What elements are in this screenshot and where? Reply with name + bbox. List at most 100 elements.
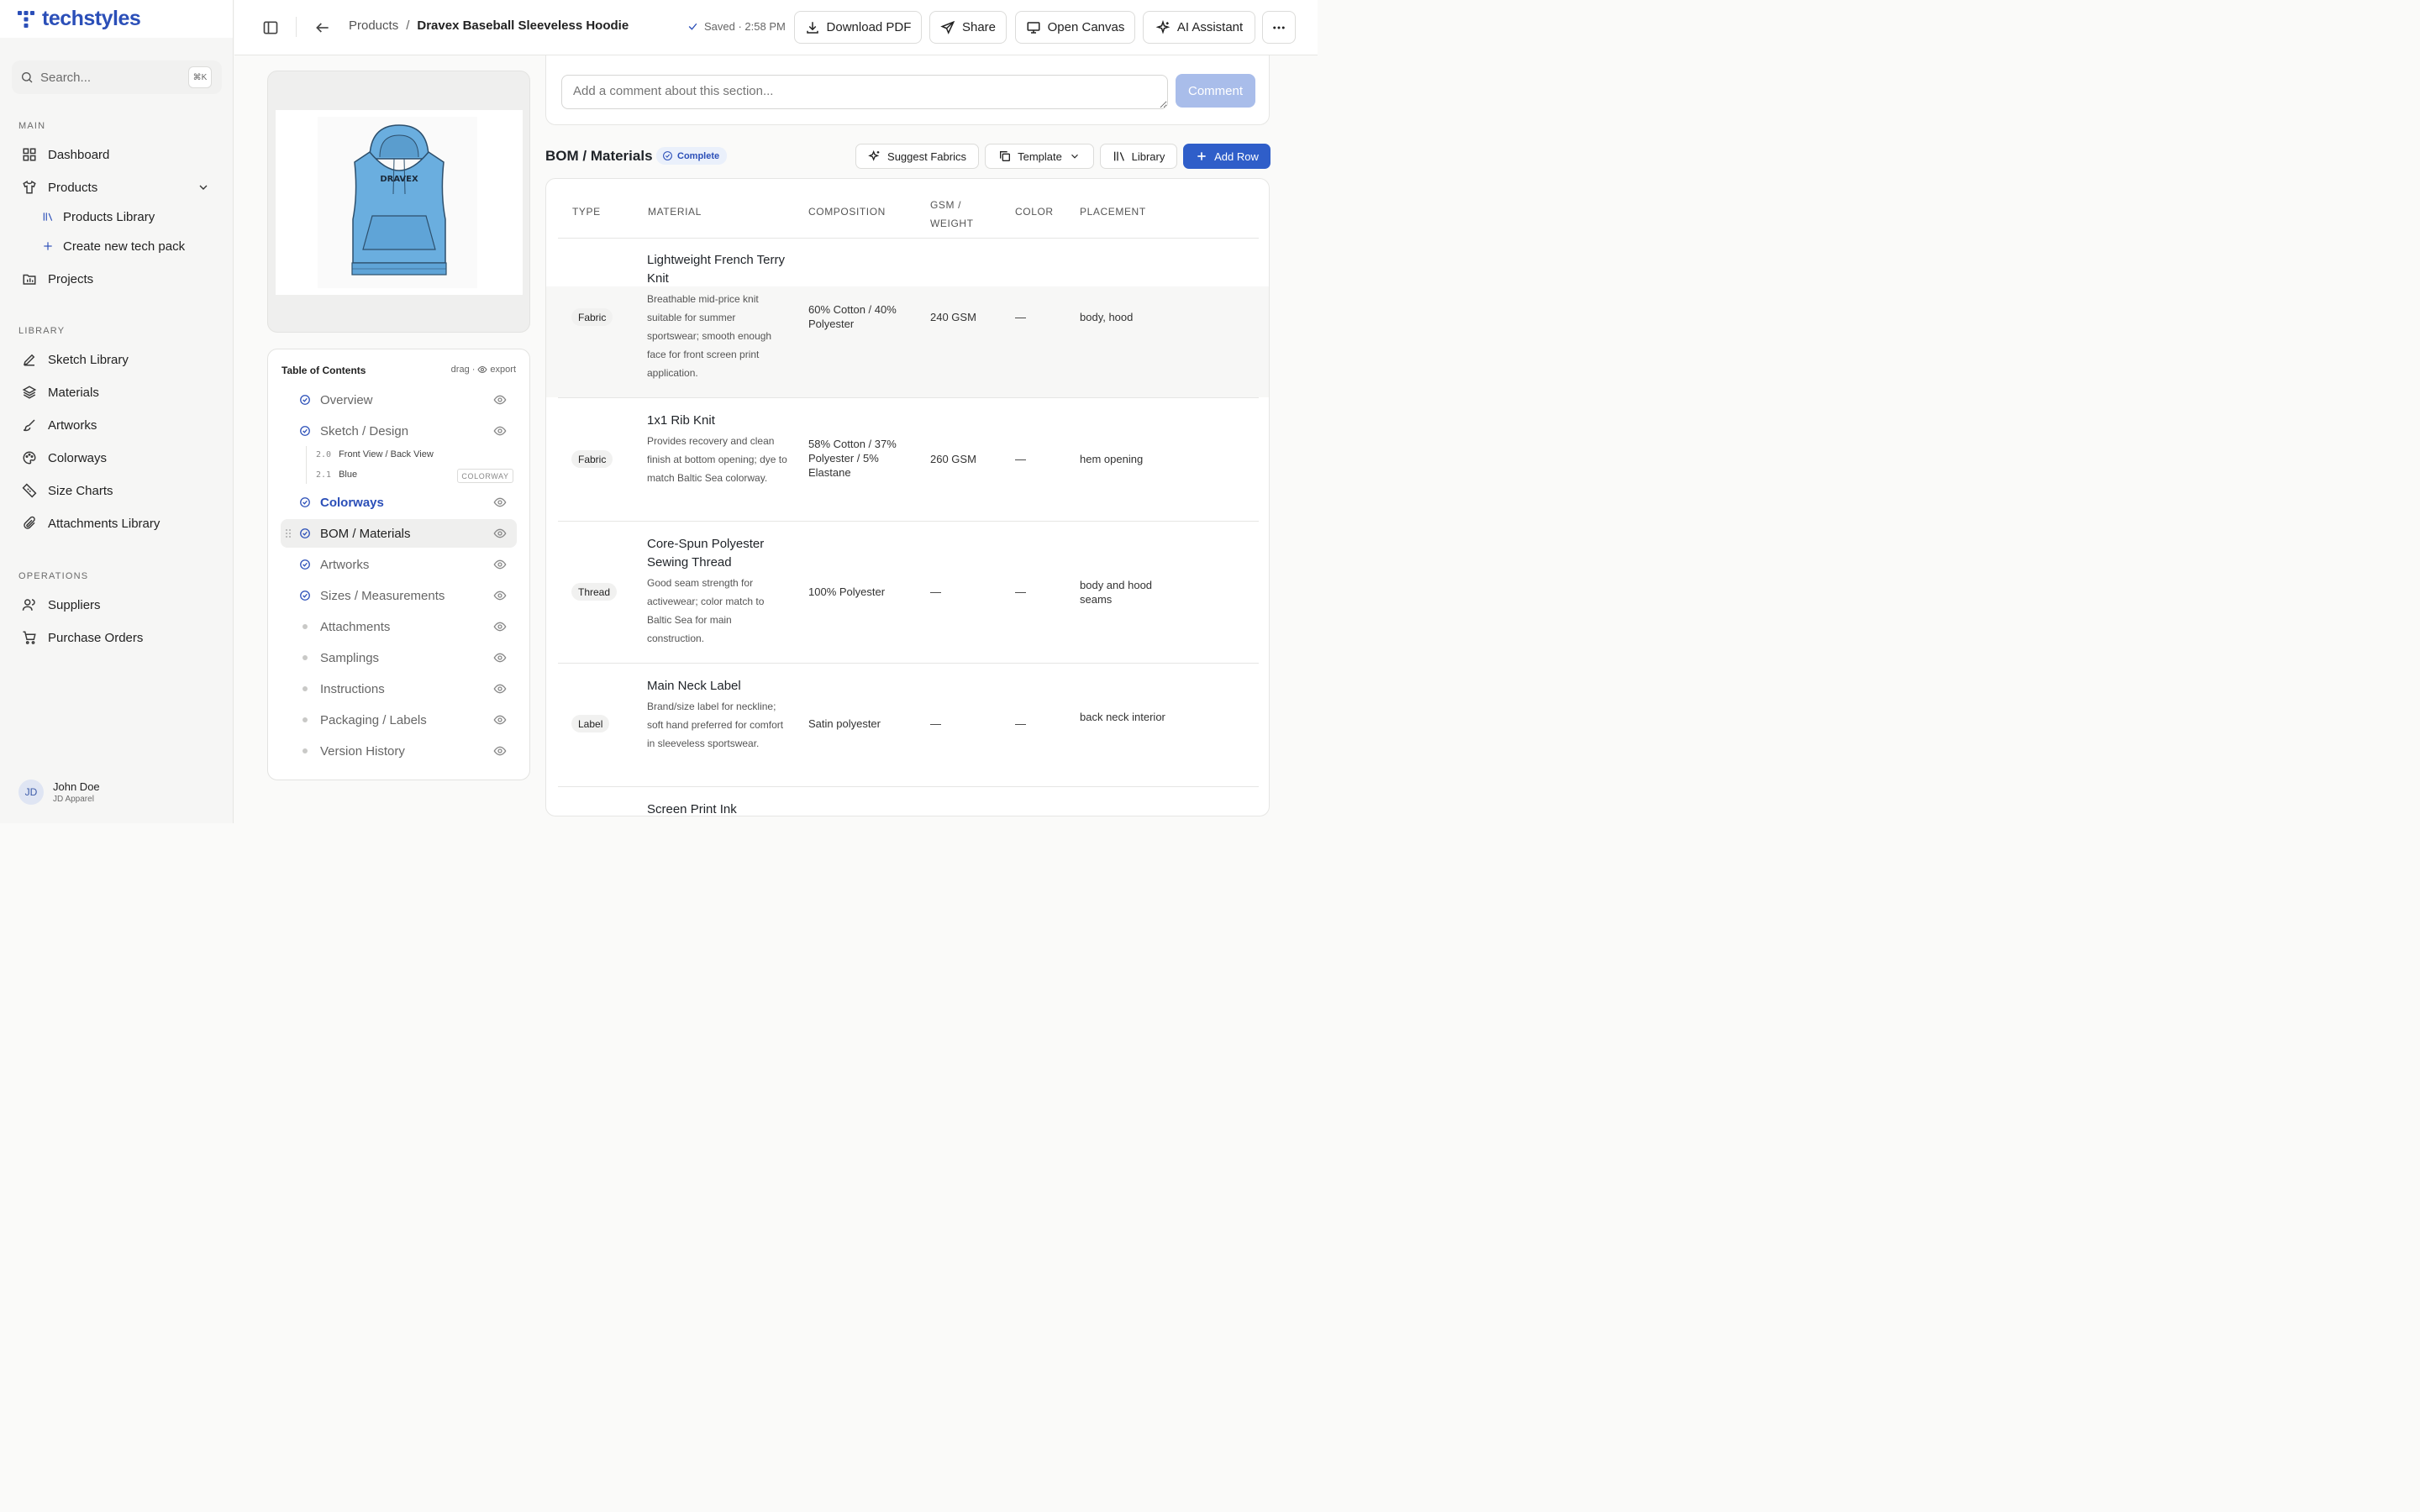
sidebar-item-purchase-orders[interactable]: Purchase Orders — [12, 623, 222, 652]
toc-item-label: Sizes / Measurements — [320, 588, 445, 603]
column-header-gsm[interactable]: GSM / WEIGHT — [930, 196, 974, 233]
toc-item-sizes-measurements[interactable]: Sizes / Measurements — [281, 581, 517, 610]
brand-logo-icon — [18, 10, 34, 28]
column-header-composition[interactable]: COMPOSITION — [808, 202, 886, 221]
eye-icon[interactable] — [493, 620, 507, 633]
toc-item-artworks[interactable]: Artworks — [281, 550, 517, 579]
search-shortcut: ⌘K — [188, 66, 212, 88]
product-sketch-image[interactable]: DRAVEX — [276, 110, 523, 295]
sidebar-toggle-icon[interactable] — [262, 19, 279, 36]
chevron-down-icon — [1071, 154, 1078, 159]
template-dropdown[interactable]: Template — [985, 144, 1094, 169]
toc-item-sketch-design[interactable]: Sketch / Design — [281, 417, 517, 445]
comment-input[interactable] — [561, 75, 1168, 109]
sidebar-item-size-charts[interactable]: Size Charts — [12, 476, 222, 505]
table-row[interactable]: 1x1 Rib Knit Provides recovery and clean… — [546, 412, 1269, 521]
toc-subitem-number: 2.0 — [316, 449, 332, 459]
toc-item-samplings[interactable]: Samplings — [281, 643, 517, 672]
eye-icon[interactable] — [493, 589, 507, 602]
ruler-icon — [22, 483, 37, 498]
toc-item-bom-materials[interactable]: BOM / Materials — [281, 519, 517, 548]
gsm-cell: — — [930, 717, 941, 730]
pen-icon — [23, 354, 35, 366]
suggest-fabrics-label: Suggest Fabrics — [887, 150, 966, 163]
sidebar-item-projects[interactable]: Projects — [12, 265, 222, 293]
toc-item-instructions[interactable]: Instructions — [281, 675, 517, 703]
sidebar-item-products[interactable]: Products — [12, 173, 222, 202]
table-row[interactable]: Screen Print Ink — [546, 801, 1269, 816]
row-divider — [558, 663, 1259, 664]
sidebar-subitem-products-library[interactable]: Products Library — [42, 205, 155, 228]
check-circle-icon — [300, 528, 310, 538]
layers-icon — [22, 386, 37, 399]
download-pdf-button[interactable]: Download PDF — [794, 11, 922, 44]
column-header-color[interactable]: COLOR — [1015, 202, 1054, 221]
sidebar-item-dashboard[interactable]: Dashboard — [12, 140, 222, 169]
sidebar-subitem-create-tech-pack[interactable]: Create new tech pack — [42, 234, 185, 258]
toc-item-overview[interactable]: Overview — [281, 386, 517, 414]
open-canvas-button[interactable]: Open Canvas — [1015, 11, 1135, 44]
ai-assistant-button[interactable]: AI Assistant — [1143, 11, 1255, 44]
user-profile[interactable]: JD John Doe JD Apparel — [18, 780, 100, 805]
check-circle-icon — [300, 591, 310, 601]
eye-icon[interactable] — [493, 424, 507, 438]
section-title: BOM / Materials — [545, 148, 653, 164]
breadcrumb-parent[interactable]: Products — [349, 18, 398, 33]
sidebar-item-label: Projects — [48, 271, 94, 286]
eye-icon[interactable] — [493, 713, 507, 727]
sidebar-search[interactable]: Search... ⌘K — [12, 60, 222, 94]
eye-icon[interactable] — [493, 558, 507, 571]
logo[interactable]: techstyles — [0, 0, 233, 38]
sidebar-subitem-label: Products Library — [63, 209, 155, 224]
table-row[interactable]: Main Neck Label Brand/size label for nec… — [546, 677, 1269, 786]
share-button[interactable]: Share — [929, 11, 1007, 44]
breadcrumb: Products / Dravex Baseball Sleeveless Ho… — [349, 18, 629, 33]
eye-icon[interactable] — [493, 527, 507, 540]
sidebar-item-attachments-library[interactable]: Attachments Library — [12, 509, 222, 538]
column-header-material[interactable]: MATERIAL — [648, 202, 702, 221]
toc-item-packaging-labels[interactable]: Packaging / Labels — [281, 706, 517, 734]
column-header-type[interactable]: TYPE — [572, 202, 601, 221]
material-description: Brand/size label for neckline; soft hand… — [647, 701, 784, 749]
eye-icon[interactable] — [493, 496, 507, 509]
sidebar-item-sketch-library[interactable]: Sketch Library — [12, 345, 222, 374]
sidebar-item-materials[interactable]: Materials — [12, 378, 222, 407]
column-header-gsm-line1: GSM / — [930, 199, 962, 211]
toc-export-hint[interactable]: export — [490, 365, 516, 375]
back-arrow-icon[interactable] — [314, 19, 331, 36]
sidebar-item-colorways[interactable]: Colorways — [12, 444, 222, 472]
status-badge-label: Complete — [677, 150, 720, 161]
column-header-placement[interactable]: PLACEMENT — [1080, 202, 1146, 221]
sidebar-item-artworks[interactable]: Artworks — [12, 411, 222, 439]
comment-button[interactable]: Comment — [1176, 74, 1255, 108]
eye-icon[interactable] — [493, 744, 507, 758]
toc-item-attachments[interactable]: Attachments — [281, 612, 517, 641]
toc-subitem-front-back-view[interactable]: 2.0 Front View / Back View — [316, 449, 434, 459]
pending-dot-icon — [302, 655, 308, 660]
table-row[interactable]: Lightweight French Terry Knit Breathable… — [546, 251, 1269, 398]
library-icon — [1113, 151, 1124, 161]
toc-subitem-blue[interactable]: 2.1 Blue — [316, 470, 357, 480]
add-row-button[interactable]: Add Row — [1183, 144, 1270, 169]
material-description: Provides recovery and clean finish at bo… — [647, 435, 787, 484]
download-pdf-label: Download PDF — [826, 20, 912, 34]
eye-icon[interactable] — [493, 682, 507, 696]
section-label-library: LIBRARY — [18, 326, 66, 336]
drag-handle-icon[interactable] — [285, 528, 292, 538]
composition-cell: Satin polyester — [808, 717, 881, 730]
library-button[interactable]: Library — [1100, 144, 1177, 169]
more-options-button[interactable] — [1262, 11, 1296, 44]
suggest-fabrics-button[interactable]: Suggest Fabrics — [855, 144, 979, 169]
chevron-down-icon[interactable] — [197, 181, 210, 194]
toc-item-colorways[interactable]: Colorways — [281, 488, 517, 517]
eye-icon[interactable] — [493, 393, 507, 407]
material-name: Core-Spun Polyester Sewing Thread — [647, 537, 765, 570]
sidebar-item-suppliers[interactable]: Suppliers — [12, 591, 222, 619]
composition-cell: 60% Cotton / 40% Polyester — [808, 303, 897, 330]
eye-icon[interactable] — [493, 651, 507, 664]
placement-cell: body, hood — [1080, 311, 1134, 323]
toc-item-version-history[interactable]: Version History — [281, 737, 517, 765]
toc-item-label: Overview — [320, 392, 373, 407]
row-divider — [558, 786, 1259, 787]
table-row[interactable]: Core-Spun Polyester Sewing Thread Good s… — [546, 535, 1269, 663]
